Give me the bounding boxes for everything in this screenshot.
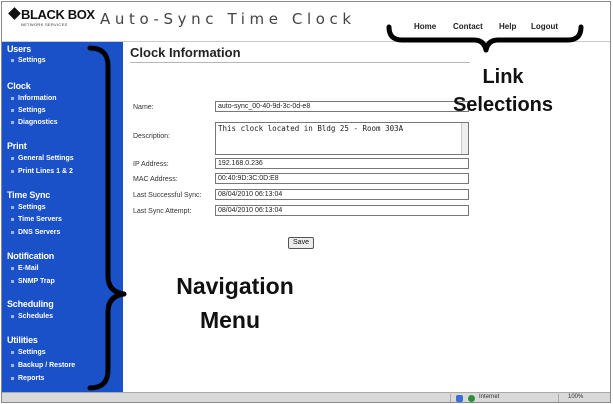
sidebar-navigation: Users Settings Clock Information Setting… <box>2 42 123 392</box>
bullet-icon <box>11 59 14 62</box>
sidebar-section-users: Users <box>7 44 32 54</box>
bullet-icon <box>11 364 14 367</box>
zoom-level[interactable]: 100% <box>568 394 583 400</box>
textarea-scrollbar[interactable] <box>461 123 468 154</box>
bullet-icon <box>11 218 14 221</box>
nav-help-link[interactable]: Help <box>499 22 516 31</box>
bullet-icon <box>11 97 14 100</box>
header: BLACK BOX NETWORK SERVICES Auto-Sync Tim… <box>2 2 610 42</box>
logo-subtext: NETWORK SERVICES <box>21 22 68 27</box>
bullet-icon <box>11 231 14 234</box>
sidebar-item-schedules[interactable]: Schedules <box>11 313 53 320</box>
save-button[interactable]: Save <box>288 237 314 249</box>
sidebar-section-notification: Notification <box>7 251 55 261</box>
bullet-icon <box>11 109 14 112</box>
annotation-selections-text: Selections <box>452 94 554 116</box>
sidebar-item-dns-servers[interactable]: DNS Servers <box>11 229 60 236</box>
last-successful-sync-field[interactable]: 08/04/2010 06:13:04 <box>215 189 469 200</box>
bullet-icon <box>11 157 14 160</box>
status-divider <box>450 394 451 402</box>
sidebar-section-utilities: Utilities <box>7 335 38 345</box>
description-textarea[interactable]: This clock located in Bldg 25 - Room 303… <box>215 122 469 155</box>
black-box-logo[interactable]: BLACK BOX NETWORK SERVICES <box>8 7 95 37</box>
zone-label: Internet <box>479 394 500 400</box>
sidebar-item-email[interactable]: E-Mail <box>11 265 39 272</box>
ip-address-label: IP Address: <box>133 161 169 168</box>
nav-contact-link[interactable]: Contact <box>453 22 483 31</box>
browser-status-bar: Internet 100% <box>2 392 610 402</box>
ip-address-field[interactable]: 192.168.0.236 <box>215 158 469 169</box>
logo-text: BLACK BOX <box>21 7 95 22</box>
last-sync-attempt-label: Last Sync Attempt: <box>133 208 192 215</box>
title-divider <box>130 62 470 63</box>
sidebar-section-clock: Clock <box>7 81 31 91</box>
sidebar-item-utilities-settings[interactable]: Settings <box>11 349 46 356</box>
sidebar-item-print-general-settings[interactable]: General Settings <box>11 155 74 162</box>
sidebar-item-snmp-trap[interactable]: SNMP Trap <box>11 278 55 285</box>
mac-address-field[interactable]: 00:40:9D:3C:0D:E8 <box>215 173 469 184</box>
bullet-icon <box>11 206 14 209</box>
sidebar-item-backup-restore[interactable]: Backup / Restore <box>11 362 75 369</box>
bullet-icon <box>11 170 14 173</box>
description-label: Description: <box>133 133 170 140</box>
sidebar-item-reports[interactable]: Reports <box>11 375 44 382</box>
sidebar-section-time-sync: Time Sync <box>7 190 51 200</box>
nav-home-link[interactable]: Home <box>414 22 436 31</box>
nav-logout-link[interactable]: Logout <box>531 22 558 31</box>
bullet-icon <box>11 280 14 283</box>
browser-window: BLACK BOX NETWORK SERVICES Auto-Sync Tim… <box>1 1 611 403</box>
sidebar-item-users-settings[interactable]: Settings <box>11 57 46 64</box>
annotation-menu-text: Menu <box>199 307 261 333</box>
security-icon <box>456 395 463 402</box>
description-text: This clock located in Bldg 25 - Room 303… <box>218 124 404 133</box>
sidebar-item-print-lines[interactable]: Print Lines 1 & 2 <box>11 168 73 175</box>
mac-address-label: MAC Address: <box>133 176 178 183</box>
internet-zone-globe-icon <box>468 395 475 402</box>
sidebar-item-time-sync-settings[interactable]: Settings <box>11 204 46 211</box>
sidebar-section-print: Print <box>7 141 27 151</box>
bullet-icon <box>11 315 14 318</box>
last-sync-attempt-field[interactable]: 08/04/2010 06:13:04 <box>215 205 469 216</box>
status-divider <box>558 394 559 402</box>
sidebar-item-time-servers[interactable]: Time Servers <box>11 216 62 223</box>
sidebar-item-clock-settings[interactable]: Settings <box>11 107 46 114</box>
last-successful-sync-label: Last Successful Sync: <box>133 192 202 199</box>
page-title: Clock Information <box>130 45 241 60</box>
logo-diamond-icon <box>8 7 21 20</box>
app-title: Auto-Sync Time Clock <box>100 10 356 28</box>
name-label: Name: <box>133 104 154 111</box>
bullet-icon <box>11 267 14 270</box>
annotation-link-text: Link <box>482 66 524 88</box>
bullet-icon <box>11 351 14 354</box>
sidebar-item-clock-diagnostics[interactable]: Diagnostics <box>11 119 58 126</box>
sidebar-section-scheduling: Scheduling <box>7 299 54 309</box>
annotation-navigation-text: Navigation <box>176 273 294 299</box>
sidebar-item-clock-information[interactable]: Information <box>11 95 57 102</box>
bullet-icon <box>11 121 14 124</box>
bullet-icon <box>11 377 14 380</box>
